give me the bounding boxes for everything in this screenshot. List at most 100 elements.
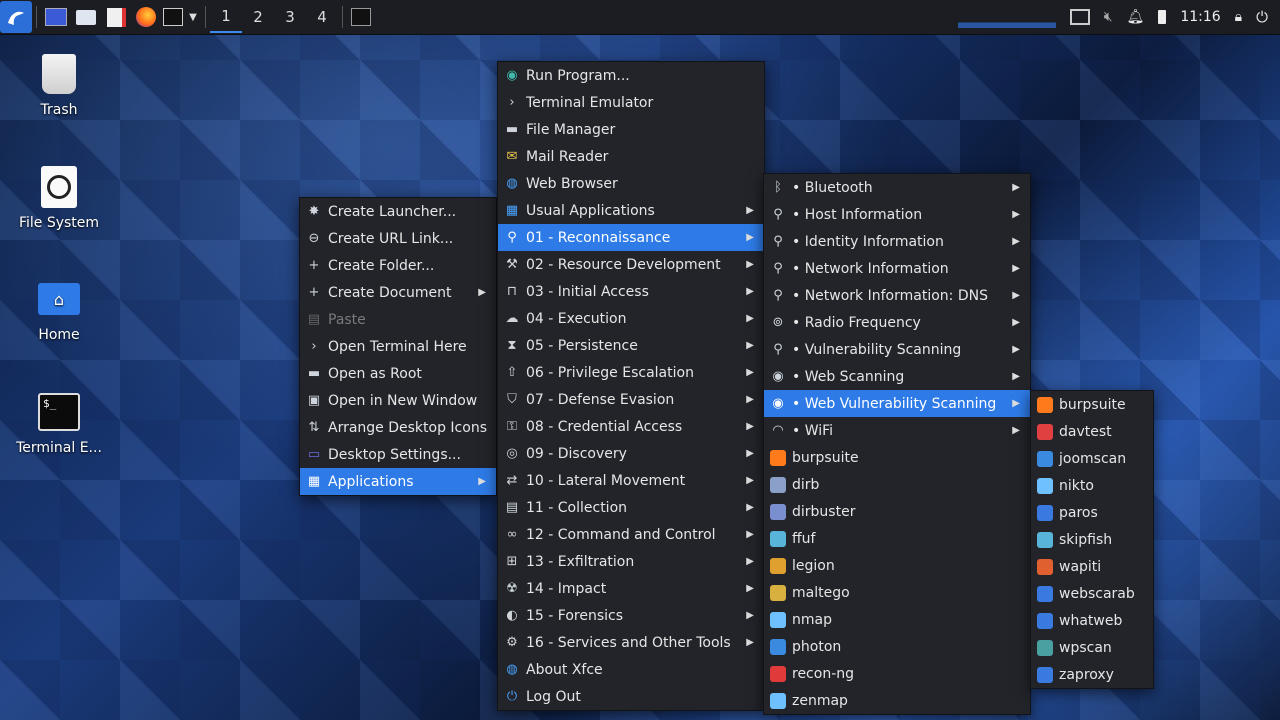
- apps-menu-item-15-forensics[interactable]: ◐15 - Forensics▶: [498, 602, 764, 629]
- recon-menu-item-vulnerability-scanning[interactable]: ⚲• Vulnerability Scanning▶: [764, 336, 1030, 363]
- recon-menu-item-burpsuite[interactable]: burpsuite: [764, 444, 1030, 471]
- webvuln-menu-item-wpscan[interactable]: wpscan: [1031, 634, 1153, 661]
- apps-menu-item-11-collection[interactable]: ▤11 - Collection▶: [498, 494, 764, 521]
- show-desktop-button[interactable]: [41, 2, 71, 32]
- lock-icon[interactable]: 🔒︎: [1235, 9, 1242, 25]
- apps-menu-item-run-program[interactable]: ◉Run Program...: [498, 62, 764, 89]
- apps-menu-item-16-services-and-other-tools[interactable]: ⚙16 - Services and Other Tools▶: [498, 629, 764, 656]
- apps-menu-item-08-credential-access[interactable]: ⚿08 - Credential Access▶: [498, 413, 764, 440]
- clock[interactable]: 11:16: [1180, 9, 1220, 25]
- apps-menu-item-mail-reader[interactable]: ✉Mail Reader: [498, 143, 764, 170]
- display-icon[interactable]: [1070, 9, 1090, 25]
- apps-menu-item-13-exfiltration[interactable]: ⊞13 - Exfiltration▶: [498, 548, 764, 575]
- context-menu-item-arrange-desktop-icons[interactable]: ⇅Arrange Desktop Icons: [300, 414, 496, 441]
- wifi-icon: ◠: [770, 423, 786, 439]
- context-menu-item-open-in-new-window[interactable]: ▣Open in New Window: [300, 387, 496, 414]
- recon-menu-item-identity-information[interactable]: ⚲• Identity Information▶: [764, 228, 1030, 255]
- recon-menu-item-wifi[interactable]: ◠• WiFi▶: [764, 417, 1030, 444]
- context-menu-item-open-as-root[interactable]: ▬Open as Root: [300, 360, 496, 387]
- webvuln-menu-item-zaproxy[interactable]: zaproxy: [1031, 661, 1153, 688]
- recon-menu-item-bluetooth[interactable]: ᛒ• Bluetooth▶: [764, 174, 1030, 201]
- terminal-launcher[interactable]: [161, 2, 185, 32]
- apps-menu-item-10-lateral-movement[interactable]: ⇄10 - Lateral Movement▶: [498, 467, 764, 494]
- recon-menu-item-zenmap[interactable]: zenmap: [764, 687, 1030, 714]
- context-menu-item-create-folder[interactable]: +Create Folder...: [300, 252, 496, 279]
- apps-menu-item-14-impact[interactable]: ☢14 - Impact▶: [498, 575, 764, 602]
- submenu-arrow-icon: ▶: [1012, 344, 1020, 355]
- apps-menu-item-file-manager[interactable]: ▬File Manager: [498, 116, 764, 143]
- context-menu-item-open-terminal-here[interactable]: ›Open Terminal Here: [300, 333, 496, 360]
- recon-menu-item-dirbuster[interactable]: dirbuster: [764, 498, 1030, 525]
- apps-menu-item-usual-applications[interactable]: ▦Usual Applications▶: [498, 197, 764, 224]
- apps-menu-item-terminal-emulator[interactable]: ›Terminal Emulator: [498, 89, 764, 116]
- webvuln-menu-item-burpsuite[interactable]: burpsuite: [1031, 391, 1153, 418]
- apps-menu-item-01-reconnaissance[interactable]: ⚲01 - Reconnaissance▶: [498, 224, 764, 251]
- kali-menu-button[interactable]: [0, 1, 32, 33]
- apps-menu-item-log-out[interactable]: ⏻Log Out: [498, 683, 764, 710]
- recon-menu-item-radio-frequency[interactable]: ⊚• Radio Frequency▶: [764, 309, 1030, 336]
- context-menu-item-desktop-settings[interactable]: ▭Desktop Settings...: [300, 441, 496, 468]
- apps-menu-item-09-discovery[interactable]: ◎09 - Discovery▶: [498, 440, 764, 467]
- recon-menu-item-ffuf[interactable]: ffuf: [764, 525, 1030, 552]
- apps-menu-item-03-initial-access[interactable]: ⊓03 - Initial Access▶: [498, 278, 764, 305]
- webvuln-menu-item-skipfish[interactable]: skipfish: [1031, 526, 1153, 553]
- webvuln-menu-item-webscarab[interactable]: webscarab: [1031, 580, 1153, 607]
- apps-menu-item-web-browser[interactable]: ◍Web Browser: [498, 170, 764, 197]
- file-manager-launcher[interactable]: [71, 2, 101, 32]
- wrench-icon: ⚒: [504, 257, 520, 273]
- webvuln-menu-item-paros[interactable]: paros: [1031, 499, 1153, 526]
- webvuln-menu-item-nikto[interactable]: nikto: [1031, 472, 1153, 499]
- recon-menu-item-nmap[interactable]: nmap: [764, 606, 1030, 633]
- text-editor-launcher[interactable]: [101, 2, 131, 32]
- taskbar-terminal-window[interactable]: [347, 2, 375, 32]
- recon-menu-item-network-information[interactable]: ⚲• Network Information▶: [764, 255, 1030, 282]
- drive-icon: [37, 165, 81, 209]
- radar-icon: ◎: [504, 446, 520, 462]
- desktop-icon-terminal-e[interactable]: $_Terminal E...: [4, 390, 114, 456]
- power-icon[interactable]: ⏻: [1256, 8, 1268, 26]
- apps-menu-item-12-command-and-control[interactable]: ∞12 - Command and Control▶: [498, 521, 764, 548]
- firefox-launcher[interactable]: [131, 2, 161, 32]
- context-menu-item-create-launcher[interactable]: ✸Create Launcher...: [300, 198, 496, 225]
- workspace-2[interactable]: 2: [242, 2, 274, 32]
- document-add-icon: +: [306, 285, 322, 301]
- apps-menu-item-06-privilege-escalation[interactable]: ⇧06 - Privilege Escalation▶: [498, 359, 764, 386]
- menu-item-label: whatweb: [1059, 613, 1122, 629]
- submenu-arrow-icon: ▶: [746, 259, 754, 270]
- desktop-icon-trash[interactable]: Trash: [4, 52, 114, 118]
- apps-menu-item-04-execution[interactable]: ☁04 - Execution▶: [498, 305, 764, 332]
- desktop-icon-home[interactable]: ⌂Home: [4, 277, 114, 343]
- recon-menu-item-web-scanning[interactable]: ◉• Web Scanning▶: [764, 363, 1030, 390]
- workspace-3[interactable]: 3: [274, 2, 306, 32]
- context-menu-item-applications[interactable]: ▦Applications▶: [300, 468, 496, 495]
- menu-item-label: • Web Vulnerability Scanning: [792, 396, 996, 412]
- notification-bell-icon[interactable]: 🔔︎: [1127, 9, 1145, 25]
- apps-menu-item-07-defense-evasion[interactable]: ⛉07 - Defense Evasion▶: [498, 386, 764, 413]
- reconnaissance-menu: ᛒ• Bluetooth▶⚲• Host Information▶⚲• Iden…: [763, 173, 1031, 715]
- apps-menu-item-05-persistence[interactable]: ⧗05 - Persistence▶: [498, 332, 764, 359]
- recon-menu-item-dirb[interactable]: dirb: [764, 471, 1030, 498]
- webvuln-menu-item-joomscan[interactable]: joomscan: [1031, 445, 1153, 472]
- apps-menu-item-02-resource-development[interactable]: ⚒02 - Resource Development▶: [498, 251, 764, 278]
- webvuln-menu-item-whatweb[interactable]: whatweb: [1031, 607, 1153, 634]
- recon-menu-item-photon[interactable]: photon: [764, 633, 1030, 660]
- firefox-icon: [136, 7, 156, 27]
- whatweb-icon: [1037, 613, 1053, 629]
- webvuln-menu-item-davtest[interactable]: davtest: [1031, 418, 1153, 445]
- workspace-1[interactable]: 1: [210, 1, 242, 33]
- webvuln-menu-item-wapiti[interactable]: wapiti: [1031, 553, 1153, 580]
- recon-menu-item-network-information-dns[interactable]: ⚲• Network Information: DNS▶: [764, 282, 1030, 309]
- apps-menu-item-about-xfce[interactable]: ◍About Xfce: [498, 656, 764, 683]
- volume-muted-icon[interactable]: 🔇︎: [1104, 9, 1113, 25]
- desktop-icon-file-system[interactable]: File System: [4, 165, 114, 231]
- recon-menu-item-host-information[interactable]: ⚲• Host Information▶: [764, 201, 1030, 228]
- battery-icon[interactable]: [1158, 10, 1166, 24]
- recon-menu-item-legion[interactable]: legion: [764, 552, 1030, 579]
- context-menu-item-create-document[interactable]: +Create Document▶: [300, 279, 496, 306]
- recon-menu-item-recon-ng[interactable]: recon-ng: [764, 660, 1030, 687]
- recon-menu-item-web-vulnerability-scanning[interactable]: ◉• Web Vulnerability Scanning▶: [764, 390, 1030, 417]
- recon-menu-item-maltego[interactable]: maltego: [764, 579, 1030, 606]
- chevron-down-icon[interactable]: ▼: [185, 2, 201, 32]
- context-menu-item-create-url-link[interactable]: ⊖Create URL Link...: [300, 225, 496, 252]
- workspace-4[interactable]: 4: [306, 2, 338, 32]
